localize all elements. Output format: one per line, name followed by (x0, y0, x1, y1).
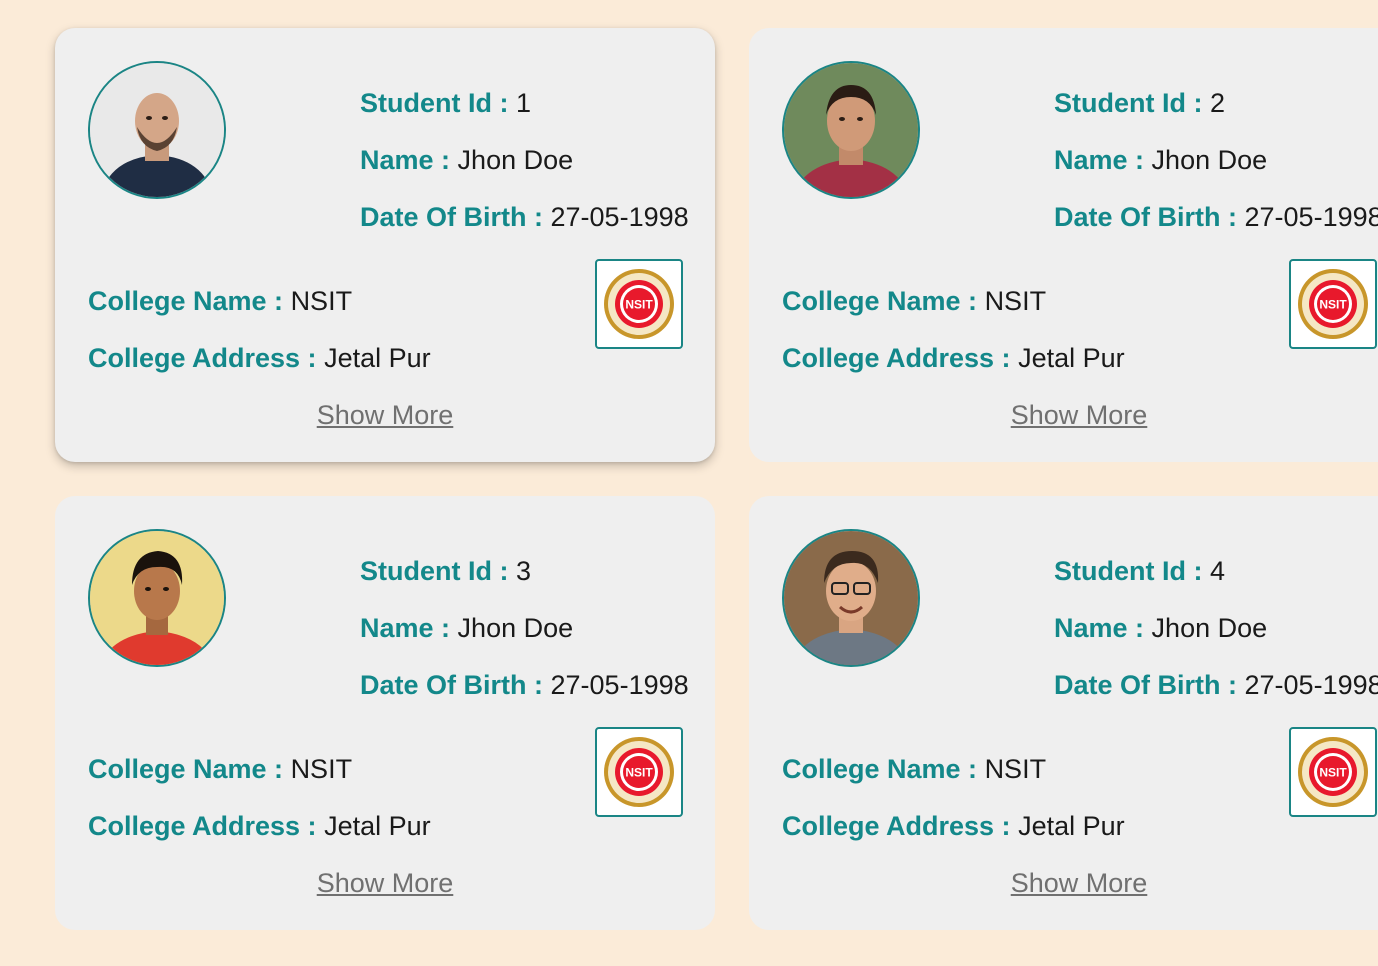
person-photo-icon (90, 531, 224, 665)
college-name-label: College Name : (782, 754, 985, 784)
student-dob-label: Date Of Birth : (360, 202, 551, 232)
person-photo-icon (90, 63, 224, 197)
show-more-link[interactable]: Show More (55, 399, 715, 431)
student-dob-row: Date Of Birth : 27-05-1998 (1054, 669, 1378, 701)
student-name-row: Name : Jhon Doe (1054, 612, 1267, 644)
student-id-row: Student Id : 4 (1054, 555, 1225, 587)
college-address-value: Jetal Pur (324, 343, 431, 373)
logo-text: NSIT (625, 766, 653, 780)
student-name-row: Name : Jhon Doe (360, 612, 573, 644)
student-dob-label: Date Of Birth : (1054, 202, 1245, 232)
college-name-label: College Name : (88, 286, 291, 316)
student-card: Student Id : 3 Name : Jhon Doe Date Of B… (55, 496, 715, 930)
student-dob-row: Date Of Birth : 27-05-1998 (360, 201, 689, 233)
student-name-label: Name : (1054, 145, 1152, 175)
college-name-row: College Name : NSIT (88, 285, 352, 317)
student-dob-label: Date Of Birth : (1054, 670, 1245, 700)
college-logo: NSIT (595, 727, 683, 817)
student-name-value: Jhon Doe (457, 613, 574, 643)
college-address-value: Jetal Pur (324, 811, 431, 841)
student-id-row: Student Id : 2 (1054, 87, 1225, 119)
show-more-link[interactable]: Show More (55, 867, 715, 899)
student-card: Student Id : 2 Name : Jhon Doe Date Of B… (749, 28, 1378, 462)
show-more-link[interactable]: Show More (749, 399, 1378, 431)
student-dob-value: 27-05-1998 (1244, 202, 1378, 232)
student-dob-row: Date Of Birth : 27-05-1998 (360, 669, 689, 701)
college-name-value: NSIT (984, 754, 1047, 784)
student-id-row: Student Id : 1 (360, 87, 531, 119)
student-avatar (88, 61, 226, 199)
college-address-row: College Address : Jetal Pur (782, 342, 1125, 374)
student-dob-value: 27-05-1998 (1244, 670, 1378, 700)
student-dob-value: 27-05-1998 (550, 670, 689, 700)
student-id-value: 2 (1209, 88, 1226, 118)
student-avatar (88, 529, 226, 667)
person-photo-icon (784, 63, 918, 197)
college-address-value: Jetal Pur (1018, 343, 1125, 373)
student-card: Student Id : 1 Name : Jhon Doe Date Of B… (55, 28, 715, 462)
college-address-value: Jetal Pur (1018, 811, 1125, 841)
student-dob-value: 27-05-1998 (550, 202, 689, 232)
college-name-value: NSIT (290, 286, 353, 316)
person-photo-icon (784, 531, 918, 665)
student-id-label: Student Id : (1054, 88, 1210, 118)
student-dob-row: Date Of Birth : 27-05-1998 (1054, 201, 1378, 233)
college-name-label: College Name : (88, 754, 291, 784)
student-avatar (782, 529, 920, 667)
student-name-row: Name : Jhon Doe (360, 144, 573, 176)
student-id-value: 3 (515, 556, 532, 586)
student-name-value: Jhon Doe (1151, 613, 1268, 643)
student-avatar (782, 61, 920, 199)
student-dob-label: Date Of Birth : (360, 670, 551, 700)
student-name-row: Name : Jhon Doe (1054, 144, 1267, 176)
college-name-label: College Name : (782, 286, 985, 316)
student-name-label: Name : (360, 145, 458, 175)
college-name-row: College Name : NSIT (782, 285, 1046, 317)
student-id-label: Student Id : (360, 556, 516, 586)
college-logo: NSIT (1289, 727, 1377, 817)
logo-text: NSIT (1319, 298, 1347, 312)
student-name-label: Name : (360, 613, 458, 643)
college-address-row: College Address : Jetal Pur (88, 810, 431, 842)
college-address-label: College Address : (782, 343, 1019, 373)
college-name-value: NSIT (984, 286, 1047, 316)
college-address-row: College Address : Jetal Pur (782, 810, 1125, 842)
student-card: Student Id : 4 Name : Jhon Doe Date Of B… (749, 496, 1378, 930)
show-more-link[interactable]: Show More (749, 867, 1378, 899)
logo-text: NSIT (1319, 766, 1347, 780)
student-name-value: Jhon Doe (1151, 145, 1268, 175)
college-address-row: College Address : Jetal Pur (88, 342, 431, 374)
college-address-label: College Address : (88, 343, 325, 373)
student-card-grid: Student Id : 1 Name : Jhon Doe Date Of B… (0, 0, 1378, 966)
student-id-label: Student Id : (360, 88, 516, 118)
college-logo: NSIT (1289, 259, 1377, 349)
nsit-seal-icon: NSIT (1298, 269, 1368, 339)
nsit-seal-icon: NSIT (1298, 737, 1368, 807)
logo-text: NSIT (625, 298, 653, 312)
student-name-value: Jhon Doe (457, 145, 574, 175)
student-id-label: Student Id : (1054, 556, 1210, 586)
student-id-value: 1 (515, 88, 532, 118)
college-name-value: NSIT (290, 754, 353, 784)
college-address-label: College Address : (88, 811, 325, 841)
student-name-label: Name : (1054, 613, 1152, 643)
college-name-row: College Name : NSIT (782, 753, 1046, 785)
nsit-seal-icon: NSIT (604, 269, 674, 339)
student-id-row: Student Id : 3 (360, 555, 531, 587)
college-address-label: College Address : (782, 811, 1019, 841)
student-id-value: 4 (1209, 556, 1226, 586)
college-name-row: College Name : NSIT (88, 753, 352, 785)
nsit-seal-icon: NSIT (604, 737, 674, 807)
college-logo: NSIT (595, 259, 683, 349)
